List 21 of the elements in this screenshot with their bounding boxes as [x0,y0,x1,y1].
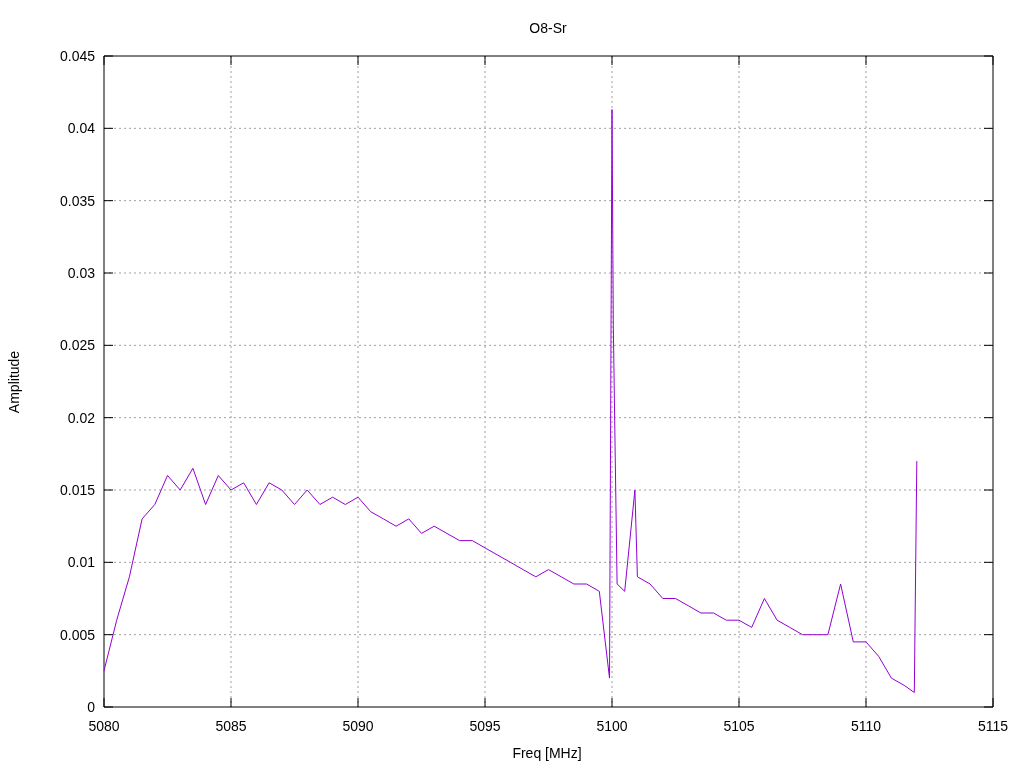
y-tick-label: 0.02 [67,409,95,426]
x-tick-label: 5100 [596,718,628,734]
x-tick-label: 5115 [977,718,1009,734]
y-tick-label: 0.01 [67,554,95,571]
chart-title: O8-Sr [529,20,567,36]
x-axis-label: Freq [MHz] [512,745,582,761]
x-tick-label: 5105 [723,718,755,734]
x-tick-label: 5095 [469,718,501,734]
y-tick-label: 0.035 [59,192,95,209]
x-tick-label: 5080 [88,718,120,734]
x-tick-label: 5090 [342,718,374,734]
y-tick-label: 0.045 [59,48,95,64]
y-axis-label: Amplitude [6,350,22,414]
y-tick-label: 0.005 [59,626,95,643]
y-tick-label: 0 [87,699,95,715]
x-tick-label: 5110 [850,718,882,734]
y-tick-label: 0.015 [59,482,95,498]
y-tick-label: 0.025 [59,337,95,354]
y-tick-label: 0.04 [67,120,95,137]
y-tick-label: 0.03 [67,265,95,281]
x-tick-label: 5085 [215,718,247,734]
